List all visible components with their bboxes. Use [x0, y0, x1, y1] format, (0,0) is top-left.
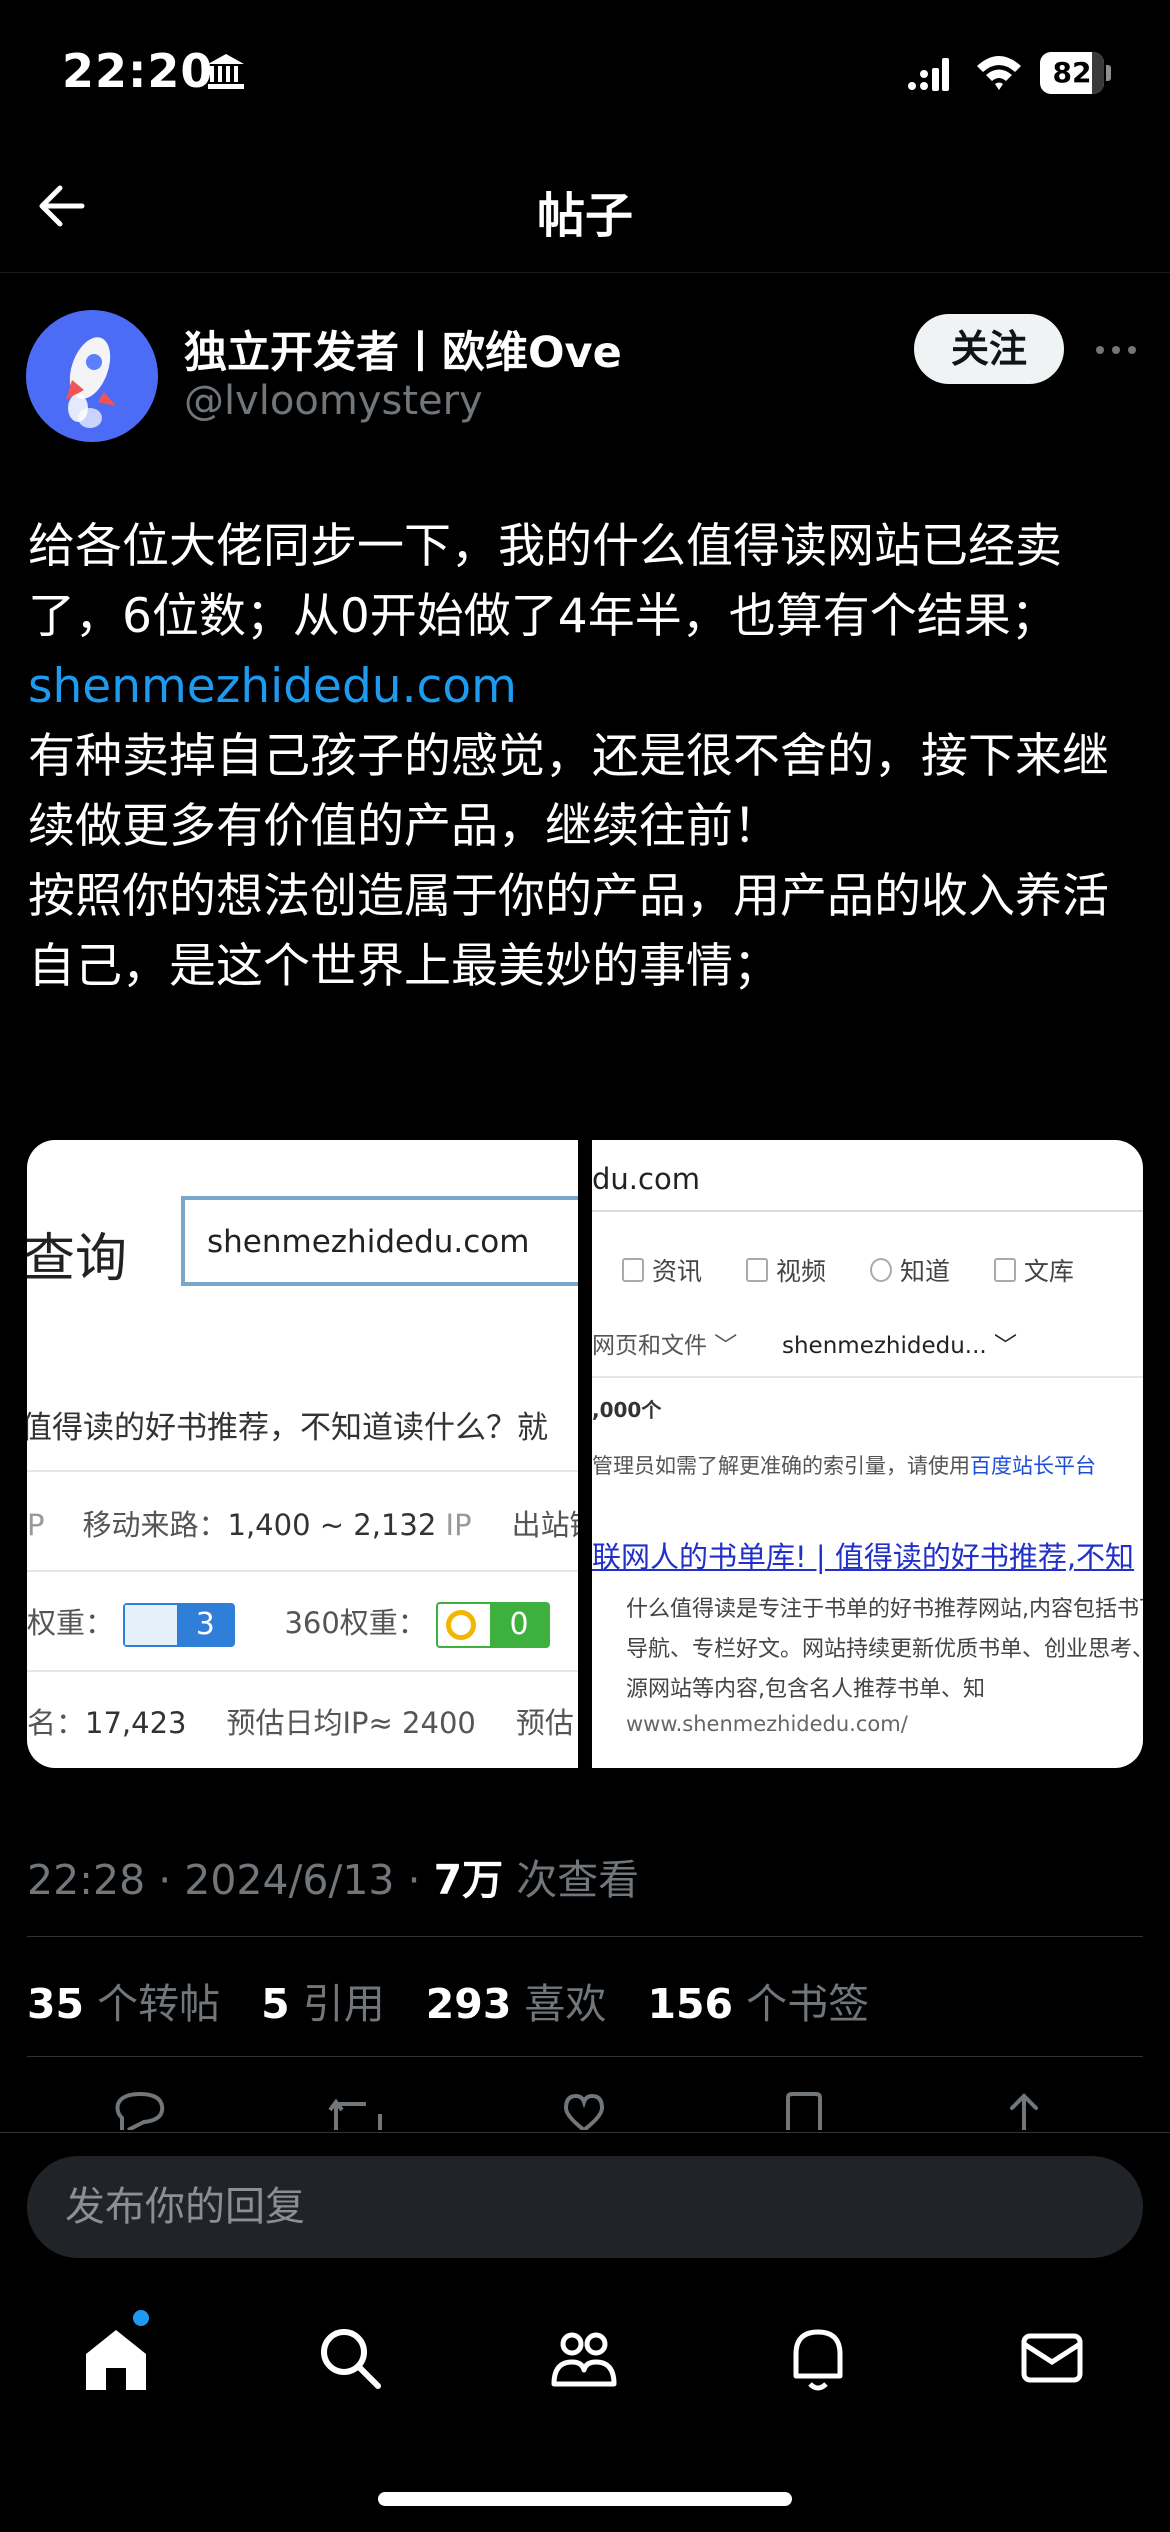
post-text: 给各位大佬同步一下，我的什么值得读网站已经卖了，6位数；从0开始做了4年半，也算…: [28, 512, 1148, 1002]
media-query-label: 查询: [27, 1229, 128, 1289]
media-result-title: 联网人的书单库! | 值得读的好书推荐,不知: [592, 1540, 1135, 1574]
media-filter-site: shenmezhidedu... ﹀: [782, 1333, 1018, 1359]
post-text-line: 给各位大佬同步一下，我的什么值得读网站已经卖了，6位数；从0开始做了4年半，也算…: [28, 519, 1062, 644]
signal-icon: [908, 58, 949, 91]
notifications-icon[interactable]: [782, 2322, 854, 2394]
status-time: 22:20: [62, 44, 214, 98]
media-image-right[interactable]: du.com 资讯 视频 知道 文库 网页和文件 ﹀ shenmezhidedu…: [592, 1140, 1143, 1768]
more-options-icon[interactable]: [1092, 330, 1140, 370]
avatar[interactable]: [26, 310, 158, 442]
post-media[interactable]: 查询 shenmezhidedu.com 值得读的好书推荐，不知道读什么？就 P…: [27, 1140, 1143, 1768]
wifi-icon: [977, 56, 1021, 90]
bookmarks-stat[interactable]: 156 个书签: [647, 1980, 869, 2028]
post-text-line: 有种卖掉自己孩子的感觉，还是很不舍的，接下来继续做更多有价值的产品，继续往前！: [28, 729, 1109, 854]
divider: [27, 2056, 1143, 2057]
reply-icon[interactable]: [108, 2090, 172, 2130]
home-icon[interactable]: [80, 2322, 152, 2394]
battery-percentage: 82: [1052, 56, 1092, 89]
bookmark-icon[interactable]: [772, 2090, 836, 2130]
battery-icon: 82: [1040, 52, 1112, 94]
media-search-value: shenmezhidedu.com: [207, 1224, 530, 1260]
media-search-box: shenmezhidedu.com: [181, 1196, 578, 1286]
media-tabs: 资讯 视频 知道 文库: [622, 1252, 1110, 1288]
messages-icon[interactable]: [1016, 2322, 1088, 2394]
baidu-weight-badge: 3: [123, 1603, 236, 1647]
repost-icon[interactable]: [326, 2090, 390, 2130]
media-weight-row: 权重： 3 360权重： 0: [27, 1600, 551, 1648]
header-divider: [0, 272, 1170, 273]
rocket-avatar-icon: [66, 337, 116, 428]
notification-dot: [133, 2310, 149, 2326]
bank-icon: [208, 54, 244, 89]
reposts-stat[interactable]: 35 个转帖: [27, 1980, 220, 2028]
media-result-site: www.shenmezhidedu.com/: [626, 1712, 908, 1736]
post-link[interactable]: shenmezhidedu.com: [28, 652, 1148, 722]
author-handle[interactable]: @lvloomystery: [184, 378, 483, 424]
post-stats: 35 个转帖 5 引用 293 喜欢 156 个书签: [27, 1970, 897, 2030]
media-url: du.com: [592, 1162, 700, 1196]
media-note: 管理员如需了解更准确的索引量，请使用百度站长平台: [592, 1454, 1096, 1478]
media-desc-row: 值得读的好书推荐，不知道读什么？就: [27, 1410, 548, 1446]
follow-button[interactable]: 关注: [914, 314, 1064, 384]
page-title: 帖子: [536, 188, 633, 244]
media-result-desc: 什么值得读是专注于书单的好书推荐网站,内容包括书下载导航、专栏好文。网站持续更新…: [626, 1597, 1143, 1702]
360-weight-badge: 0: [436, 1602, 551, 1648]
media-rank-row: 名：17,423 预估日均IP≈ 2400 预估: [27, 1706, 574, 1740]
quotes-stat[interactable]: 5 引用: [261, 1980, 385, 2028]
reply-input[interactable]: 发布你的回复: [27, 2156, 1143, 2258]
media-index-count: ,000个: [592, 1398, 662, 1422]
share-icon[interactable]: [992, 2090, 1056, 2130]
like-icon[interactable]: [552, 2090, 616, 2130]
home-indicator: [378, 2492, 792, 2506]
search-icon[interactable]: [314, 2322, 386, 2394]
communities-icon[interactable]: [548, 2322, 620, 2394]
media-traffic-row: P移动来路：1,400 ~ 2,132 IP出站链: [27, 1508, 578, 1542]
divider: [27, 1936, 1143, 1937]
post-meta: 22:28 · 2024/6/13 · 7万 次查看: [27, 1856, 640, 1904]
media-image-left[interactable]: 查询 shenmezhidedu.com 值得读的好书推荐，不知道读什么？就 P…: [27, 1140, 578, 1768]
author-display-name[interactable]: 独立开发者丨欧维Ove: [184, 318, 622, 380]
post-text-line: 按照你的想法创造属于你的产品，用产品的收入养活自己，是这个世界上最美妙的事情；: [28, 869, 1109, 994]
media-filter-type: 网页和文件 ﹀: [592, 1333, 738, 1359]
likes-stat[interactable]: 293 喜欢: [426, 1980, 607, 2028]
